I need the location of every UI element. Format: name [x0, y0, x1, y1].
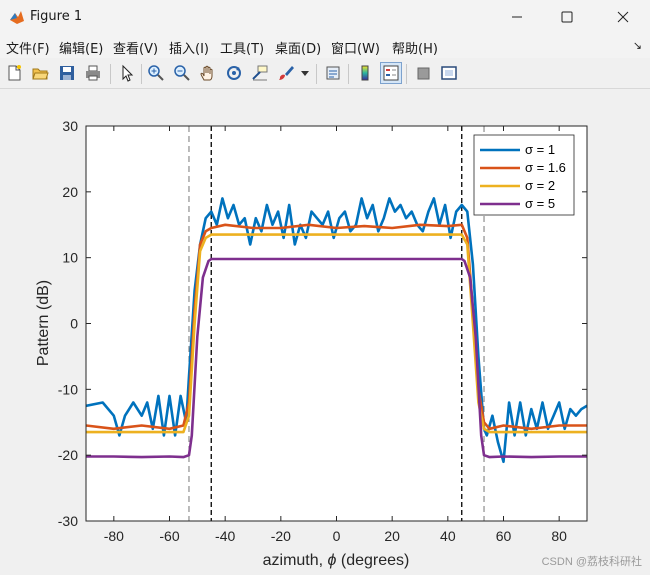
pattern-plot[interactable]: -80 -60 -40 -20 0 20 40 60 80 -30 -20 -10 0 10 20 30 az…	[0, 89, 650, 575]
brush-button[interactable]	[275, 62, 297, 84]
menu-tools[interactable]: 工具(T)	[220, 38, 264, 57]
colorbar-icon	[361, 65, 369, 81]
y-tick-label: 10	[62, 250, 78, 266]
legend-label-1: σ = 1.6	[525, 160, 566, 175]
open-file-icon	[32, 68, 49, 80]
zoom-in-button[interactable]	[145, 62, 167, 84]
y-tick-label: 30	[62, 118, 78, 134]
maximize-icon	[561, 11, 573, 23]
close-icon	[617, 11, 629, 23]
link-plot-icon	[326, 66, 340, 80]
y-tick-label: -30	[58, 513, 78, 529]
data-cursor-icon	[252, 65, 268, 81]
new-figure-button[interactable]	[3, 62, 25, 84]
legend-label-0: σ = 1	[525, 142, 555, 157]
y-tick-label: -20	[58, 447, 78, 463]
print-button[interactable]	[82, 62, 104, 84]
zoom-out-icon	[174, 65, 190, 81]
y-tick-label: -10	[58, 381, 78, 397]
menu-insert[interactable]: 插入(I)	[169, 38, 209, 57]
brush-icon	[279, 66, 294, 80]
legend-label-2: σ = 2	[525, 178, 555, 193]
window-titlebar[interactable]: Figure 1	[0, 0, 650, 34]
x-tick-label: 60	[496, 528, 512, 544]
toolbar-separator	[110, 64, 111, 84]
watermark: CSDN @荔枝科研社	[541, 556, 642, 568]
x-tick-label: 40	[440, 528, 456, 544]
toolbar-separator	[316, 64, 317, 84]
window-title: Figure 1	[30, 9, 83, 24]
menu-overflow-icon[interactable]: ↘	[633, 39, 642, 52]
colorbar-button[interactable]	[354, 62, 376, 84]
close-button[interactable]	[600, 0, 646, 34]
toolbar-separator	[348, 64, 349, 84]
rotate-3d-button[interactable]	[223, 62, 245, 84]
show-plot-tools-button[interactable]	[438, 62, 460, 84]
matlab-app-icon	[10, 11, 24, 24]
new-figure-icon	[8, 65, 21, 81]
x-tick-label: 0	[333, 528, 341, 544]
figure-canvas: -80 -60 -40 -20 0 20 40 60 80 -30 -20 -10 0 10 20 30 az…	[0, 89, 650, 575]
pointer-icon	[122, 64, 134, 82]
pan-button[interactable]	[197, 62, 219, 84]
pointer-button[interactable]	[116, 62, 138, 84]
x-tick-label: -20	[271, 528, 291, 544]
zoom-in-icon	[148, 65, 164, 81]
x-tick-label: 80	[551, 528, 567, 544]
x-tick-label: 20	[384, 528, 400, 544]
brush-dropdown-icon	[301, 71, 309, 76]
save-button[interactable]	[56, 62, 78, 84]
zoom-out-button[interactable]	[171, 62, 193, 84]
minimize-icon	[512, 16, 522, 18]
figure-toolbar	[0, 58, 650, 89]
x-tick-label: -60	[159, 528, 179, 544]
minimize-button[interactable]	[494, 0, 540, 34]
menu-window[interactable]: 窗口(W)	[331, 38, 380, 57]
y-tick-label: 20	[62, 184, 78, 200]
x-tick-label: -80	[104, 528, 124, 544]
menu-bar: 文件(F) 编辑(E) 查看(V) 插入(I) 工具(T) 桌面(D) 窗口(W…	[0, 34, 650, 58]
legend-label-3: σ = 5	[525, 196, 555, 211]
hide-plot-tools-icon	[417, 67, 430, 80]
menu-desktop[interactable]: 桌面(D)	[275, 38, 321, 57]
save-icon	[60, 66, 74, 80]
rotate-3d-icon	[227, 66, 241, 80]
maximize-button[interactable]	[544, 0, 590, 34]
print-icon	[86, 65, 100, 81]
open-file-button[interactable]	[29, 62, 51, 84]
x-tick-label: -40	[215, 528, 235, 544]
brush-dropdown-button[interactable]	[299, 62, 311, 84]
y-axis-label: Pattern (dB)	[35, 280, 52, 366]
menu-edit[interactable]: 编辑(E)	[59, 38, 103, 57]
link-plot-button[interactable]	[322, 62, 344, 84]
menu-file[interactable]: 文件(F)	[6, 38, 50, 57]
legend[interactable]: σ = 1 σ = 1.6 σ = 2 σ = 5	[473, 134, 575, 216]
toolbar-separator	[141, 64, 142, 84]
menu-view[interactable]: 查看(V)	[113, 38, 158, 57]
legend-icon	[383, 65, 399, 81]
pan-hand-icon	[200, 65, 213, 81]
menu-help[interactable]: 帮助(H)	[392, 38, 438, 57]
show-plot-tools-icon	[441, 66, 457, 80]
hide-plot-tools-button[interactable]	[412, 62, 434, 84]
x-axis-label: azimuth, ϕ (degrees)	[263, 552, 410, 569]
y-tick-label: 0	[70, 316, 78, 332]
data-cursor-button[interactable]	[249, 62, 271, 84]
toolbar-separator	[406, 64, 407, 84]
legend-button[interactable]	[380, 62, 402, 84]
